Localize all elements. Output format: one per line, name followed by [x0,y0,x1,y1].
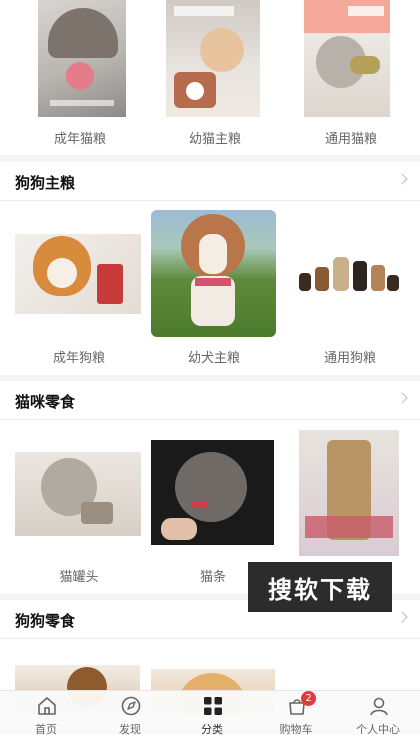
universal-cat-food-image [304,0,390,117]
product-tile-adult-dog-food[interactable]: 成年狗粮 [15,201,143,371]
dog-food-grid: 成年狗粮 幼犬主粮 通用狗粮 [0,201,420,375]
puppy-food-image [151,210,276,337]
discover-icon [121,696,141,716]
universal-dog-food-image [295,247,403,297]
category-page: 成年猫粮 幼猫主粮 通用猫粮 狗狗主粮 成年狗粮 幼犬主粮 通用狗粮 猫咪零食 … [0,0,420,735]
bottom-tab-bar: 首页 发现 分类 2 购物车 个人中心 [0,690,420,735]
tab-category[interactable]: 分类 [170,691,254,735]
chevron-right-icon [396,611,408,623]
tile-label: 成年狗粮 [52,351,105,366]
product-tile-universal-dog-food[interactable]: 通用狗粮 [295,201,405,371]
cat-stick-image [151,440,274,545]
product-tile-universal-cat-food[interactable]: 通用猫粮 [296,0,406,150]
product-tile-kitten-food[interactable]: 幼猫主粮 [160,0,270,150]
cat-food-grid: 成年猫粮 幼猫主粮 通用猫粮 [0,0,420,155]
section-title: 狗狗零食 [15,612,76,630]
adult-cat-food-image [38,0,126,117]
cat-can-image [15,452,141,536]
tile-label: 成年猫粮 [53,132,106,147]
product-tile-adult-cat-food[interactable]: 成年猫粮 [30,0,130,150]
chevron-right-icon [396,392,408,404]
cart-count-badge: 2 [301,691,316,706]
tile-label: 通用猫粮 [324,132,377,147]
kitten-food-image [166,0,260,117]
category-icon [204,697,222,715]
tile-label: 猫罐头 [59,570,99,585]
tab-label: 分类 [201,723,223,735]
tab-profile[interactable]: 个人中心 [336,691,420,735]
cat-treat-jar-image [299,430,399,556]
adult-dog-food-image [15,234,141,314]
tab-cart[interactable]: 2 购物车 [254,691,338,735]
watermark: 搜软下载 [248,562,392,612]
chevron-right-icon [396,173,408,185]
tab-discover[interactable]: 发现 [88,691,172,735]
section-header-dog-food[interactable]: 狗狗主粮 [0,162,420,201]
home-icon [38,697,56,715]
tab-label: 发现 [119,723,141,735]
tab-label: 个人中心 [356,723,400,735]
tile-label: 幼犬主粮 [187,351,240,366]
section-header-cat-snacks[interactable]: 猫咪零食 [0,381,420,420]
tab-label: 首页 [35,723,57,735]
section-title: 狗狗主粮 [15,174,76,192]
tab-label: 购物车 [279,723,313,735]
product-tile-cat-can[interactable]: 猫罐头 [15,420,143,590]
tile-label: 幼猫主粮 [188,132,241,147]
tile-label: 通用狗粮 [323,351,376,366]
section-title: 猫咪零食 [15,393,76,411]
user-icon [370,697,388,716]
tab-home[interactable]: 首页 [4,691,88,735]
product-tile-puppy-food[interactable]: 幼犬主粮 [151,201,277,371]
